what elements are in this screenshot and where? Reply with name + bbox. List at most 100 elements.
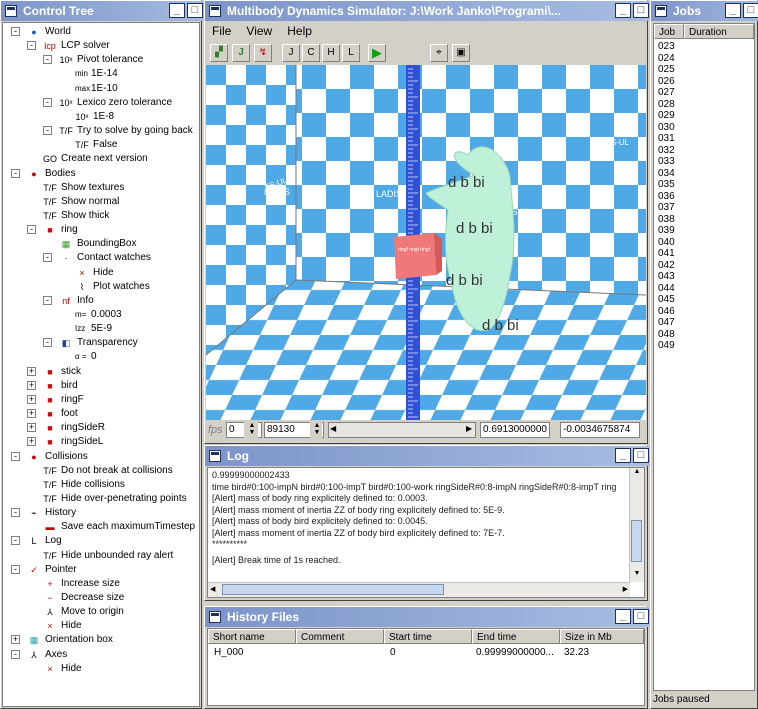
- minimize-icon[interactable]: _: [169, 3, 185, 18]
- table-row[interactable]: H_000 0 0.99999000000... 32.23: [208, 646, 644, 660]
- log-title-bar[interactable]: Log _ □ ×: [205, 446, 669, 466]
- pointer-tool-icon[interactable]: ⌖: [430, 44, 448, 62]
- collapse-icon[interactable]: -: [27, 225, 36, 235]
- offset-field[interactable]: -0.0034675874: [560, 422, 640, 438]
- scroll-right-icon[interactable]: ▶: [623, 585, 628, 593]
- jobs-title-bar[interactable]: Jobs _ □ ×: [651, 1, 758, 21]
- expand-icon[interactable]: +: [27, 423, 36, 433]
- jump-icon[interactable]: J: [232, 44, 250, 62]
- job-item[interactable]: 042: [658, 260, 675, 272]
- ring-body[interactable]: [394, 233, 436, 279]
- 3d-viewport[interactable]: LADIS LADIS FS-UL FS-UL FS-UL d b bi d b…: [206, 65, 646, 420]
- maximize-icon[interactable]: □: [633, 3, 649, 18]
- window-system-icon[interactable]: [209, 5, 221, 17]
- log-text-area[interactable]: 0.99999000002433 time bird#0:100-impN bir…: [207, 467, 645, 598]
- column-header-job[interactable]: Job: [654, 24, 684, 39]
- job-item[interactable]: 037: [658, 202, 675, 214]
- job-item[interactable]: 043: [658, 271, 675, 283]
- window-system-icon[interactable]: [655, 5, 667, 17]
- collapse-icon[interactable]: -: [11, 27, 20, 36]
- collapse-icon[interactable]: -: [11, 536, 20, 546]
- job-item[interactable]: 038: [658, 214, 675, 226]
- job-item[interactable]: 023: [658, 41, 675, 53]
- log-hscroll-thumb[interactable]: [222, 584, 444, 595]
- toolbar-j-button[interactable]: J: [282, 44, 300, 62]
- collapse-icon[interactable]: -: [11, 564, 20, 574]
- column-header-start-time[interactable]: Start time: [384, 629, 472, 644]
- expand-icon[interactable]: +: [27, 394, 36, 404]
- job-item[interactable]: 025: [658, 64, 675, 76]
- log-scroll-thumb[interactable]: [631, 520, 642, 562]
- collapse-icon[interactable]: -: [11, 451, 20, 461]
- minimize-icon[interactable]: _: [615, 3, 631, 18]
- expand-icon[interactable]: +: [27, 380, 36, 390]
- job-item[interactable]: 041: [658, 248, 675, 260]
- job-item[interactable]: 044: [658, 283, 675, 295]
- collapse-icon[interactable]: -: [43, 97, 52, 107]
- job-item[interactable]: 031: [658, 133, 675, 145]
- collapse-icon[interactable]: -: [43, 253, 52, 263]
- collapse-icon[interactable]: -: [11, 649, 20, 659]
- column-header-short-name[interactable]: Short name: [208, 629, 296, 644]
- collapse-icon[interactable]: -: [43, 126, 52, 136]
- job-item[interactable]: 036: [658, 191, 675, 203]
- expand-icon[interactable]: +: [27, 409, 36, 419]
- expand-icon[interactable]: +: [27, 366, 36, 376]
- column-header-comment[interactable]: Comment: [296, 629, 384, 644]
- job-item[interactable]: 046: [658, 306, 675, 318]
- job-item[interactable]: 028: [658, 99, 675, 111]
- menu-help[interactable]: Help: [281, 22, 318, 40]
- job-item[interactable]: 029: [658, 110, 675, 122]
- toolbar-h-button[interactable]: H: [322, 44, 340, 62]
- log-horizontal-scrollbar[interactable]: ◀ ▶: [208, 582, 630, 597]
- job-item[interactable]: 039: [658, 225, 675, 237]
- job-item[interactable]: 032: [658, 145, 675, 157]
- job-item[interactable]: 048: [658, 329, 675, 341]
- job-item[interactable]: 049: [658, 340, 675, 352]
- window-system-icon[interactable]: [5, 5, 17, 17]
- window-system-icon[interactable]: [209, 450, 221, 462]
- collapse-icon[interactable]: -: [43, 338, 52, 348]
- column-header-duration[interactable]: Duration: [684, 24, 754, 39]
- fps-spinner[interactable]: ▲ ▼: [244, 422, 258, 438]
- job-item[interactable]: 034: [658, 168, 675, 180]
- scroll-left-icon[interactable]: ◀: [210, 585, 215, 593]
- maximize-icon[interactable]: □: [187, 3, 203, 18]
- job-item[interactable]: 030: [658, 122, 675, 134]
- minimize-icon[interactable]: _: [615, 609, 631, 624]
- slider-left-arrow-icon[interactable]: ◀: [330, 424, 336, 433]
- menu-file[interactable]: File: [206, 22, 237, 40]
- simulator-title-bar[interactable]: Multibody Dynamics Simulator: J:\Work Ja…: [205, 1, 669, 21]
- time-field[interactable]: 0.6913000000: [480, 422, 550, 438]
- menu-view[interactable]: View: [240, 22, 278, 40]
- minimize-icon[interactable]: _: [615, 448, 631, 463]
- reset-icon[interactable]: ↯: [254, 44, 272, 62]
- collapse-icon[interactable]: -: [43, 55, 52, 65]
- job-item[interactable]: 047: [658, 317, 675, 329]
- job-item[interactable]: 024: [658, 53, 675, 65]
- 3d-scene[interactable]: LADIS LADIS FS-UL FS-UL FS-UL d b bi d b…: [206, 65, 646, 420]
- collapse-icon[interactable]: -: [11, 508, 20, 518]
- window-system-icon[interactable]: [209, 611, 221, 623]
- control-tree-title-bar[interactable]: Control Tree _ □ ×: [1, 1, 223, 21]
- maximize-icon[interactable]: □: [633, 609, 649, 624]
- collapse-icon[interactable]: -: [43, 295, 52, 305]
- maximize-icon[interactable]: □: [633, 448, 649, 463]
- toolbar-l-button[interactable]: L: [342, 44, 360, 62]
- minimize-icon[interactable]: _: [725, 3, 741, 18]
- expand-icon[interactable]: +: [11, 635, 20, 645]
- expand-icon[interactable]: +: [27, 437, 36, 447]
- log-vertical-scrollbar[interactable]: ▲ ▼: [629, 468, 644, 582]
- job-item[interactable]: 035: [658, 179, 675, 191]
- job-item[interactable]: 045: [658, 294, 675, 306]
- job-item[interactable]: 026: [658, 76, 675, 88]
- play-icon[interactable]: ▶: [368, 44, 386, 62]
- frame-spinner[interactable]: ▲ ▼: [310, 422, 322, 438]
- job-item[interactable]: 040: [658, 237, 675, 249]
- job-item[interactable]: 027: [658, 87, 675, 99]
- job-item[interactable]: 033: [658, 156, 675, 168]
- slider-right-arrow-icon[interactable]: ▶: [466, 424, 472, 433]
- load-model-icon[interactable]: ▞: [210, 44, 228, 62]
- collapse-icon[interactable]: -: [11, 168, 20, 178]
- time-slider[interactable]: [328, 422, 476, 438]
